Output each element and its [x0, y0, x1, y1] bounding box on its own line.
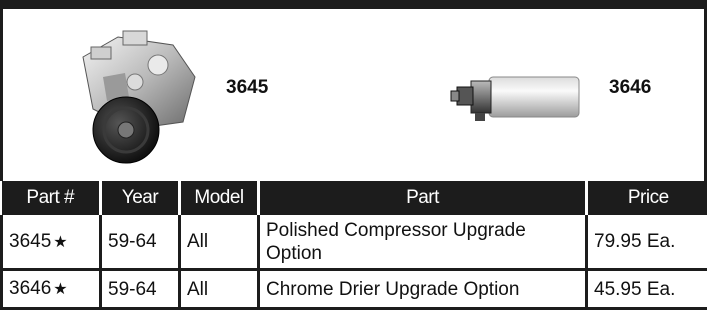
- header-year: Year: [99, 181, 180, 215]
- part-cell: Chrome Drier Upgrade Option: [257, 269, 587, 310]
- table-header-row: Part # Year Model Part Price: [1, 181, 707, 215]
- model-cell: All: [178, 269, 259, 310]
- part-number-cell: 3645 ★: [0, 215, 101, 271]
- product-images: 3645 3646: [0, 9, 707, 181]
- catalog-panel: 3645 3646 Part # Year Model Part Price 3…: [0, 0, 707, 313]
- header-part-number: Part #: [1, 181, 101, 215]
- part-number: 3645: [9, 230, 52, 252]
- top-bar: [0, 0, 707, 9]
- table-row: 3646 ★ 59-64 All Chrome Drier Upgrade Opt…: [0, 269, 707, 310]
- header-price: Price: [585, 181, 707, 215]
- part-number: 3646: [9, 278, 52, 299]
- product-label-3646: 3646: [609, 77, 652, 98]
- header-part: Part: [257, 181, 587, 215]
- year-cell: 59-64: [99, 269, 180, 310]
- star-icon: ★: [53, 281, 68, 298]
- year-cell: 59-64: [99, 215, 180, 271]
- part-cell: Polished Compressor Upgrade Option: [257, 215, 587, 271]
- table-row: 3645 ★ 59-64 All Polished Compressor Upgr…: [0, 215, 707, 271]
- product-label-3645: 3645: [226, 77, 269, 98]
- model-cell: All: [178, 215, 259, 271]
- price-cell: 79.95 Ea.: [585, 215, 707, 271]
- parts-table: Part # Year Model Part Price 3645 ★ 59-64…: [0, 181, 707, 310]
- price-cell: 45.95 Ea.: [585, 269, 707, 310]
- compressor-image: [82, 30, 196, 164]
- header-model: Model: [178, 181, 259, 215]
- part-number-cell: 3646 ★: [0, 269, 101, 310]
- drier-image: [450, 76, 580, 121]
- star-icon: ★: [53, 233, 68, 251]
